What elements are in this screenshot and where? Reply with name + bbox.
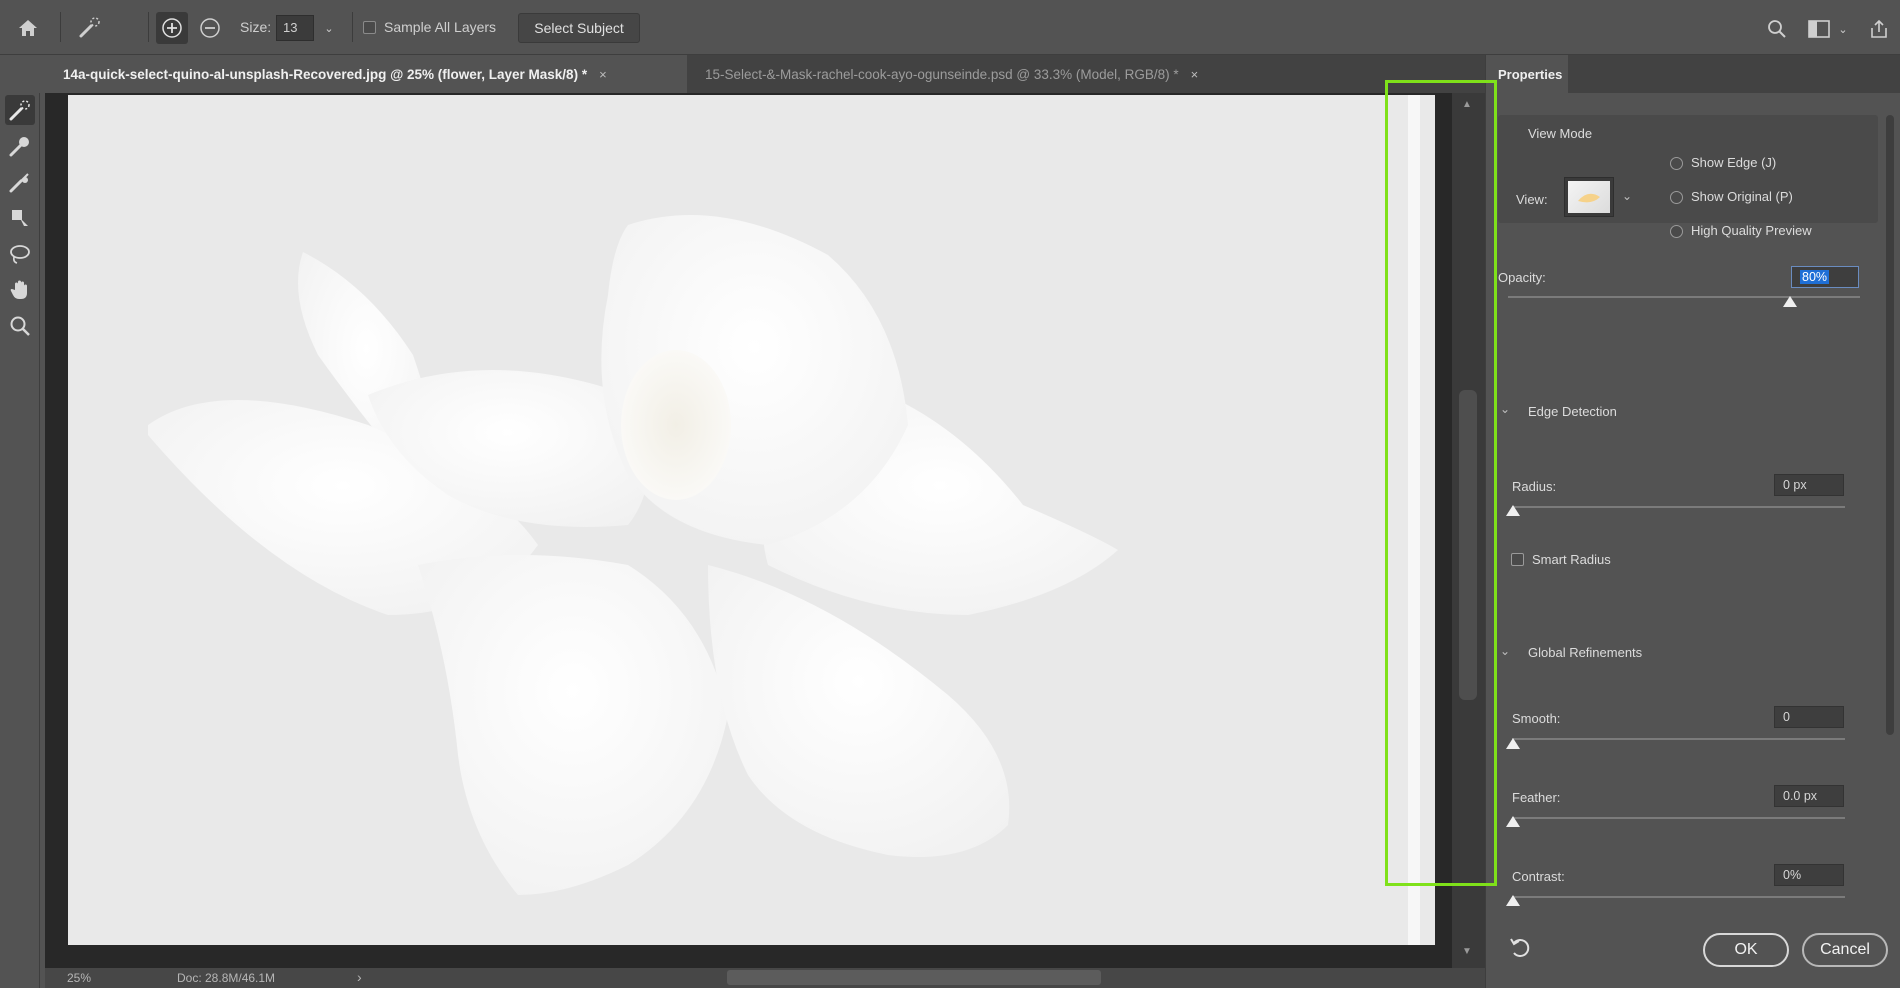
show-edge-checkbox[interactable] — [1670, 157, 1683, 170]
smart-radius-label: Smart Radius — [1532, 552, 1611, 567]
smooth-slider[interactable] — [1512, 738, 1845, 740]
feather-slider[interactable] — [1512, 817, 1845, 819]
share-icon[interactable] — [1864, 14, 1894, 44]
global-refinements-collapse-icon[interactable]: ⌄ — [1500, 644, 1510, 658]
opacity-slider-thumb[interactable] — [1782, 296, 1797, 307]
options-bar: Size: 13 ⌄ Sample All Layers Select Subj… — [0, 0, 1900, 55]
edge-detection-collapse-icon[interactable]: ⌄ — [1500, 402, 1510, 416]
contrast-slider[interactable] — [1512, 896, 1845, 898]
tab-document-1[interactable]: 14a-quick-select-quino-al-unsplash-Recov… — [45, 55, 687, 93]
zoom-level[interactable]: 25% — [67, 971, 91, 985]
radius-slider-thumb[interactable] — [1506, 505, 1520, 516]
tool-hand[interactable] — [5, 275, 35, 305]
document-tabs: 14a-quick-select-quino-al-unsplash-Recov… — [45, 55, 1485, 93]
tool-refine-edge-brush[interactable] — [5, 131, 35, 161]
size-label: Size: — [240, 19, 272, 35]
feather-field[interactable]: 0.0 px — [1774, 785, 1844, 807]
edge-detection-heading[interactable]: Edge Detection — [1528, 404, 1617, 419]
sample-all-layers-label: Sample All Layers — [384, 19, 497, 35]
tools-panel — [0, 93, 40, 988]
radius-label: Radius: — [1512, 479, 1557, 494]
highlight-box — [1385, 80, 1497, 886]
workspace-layout-icon[interactable] — [1804, 14, 1834, 44]
document-canvas[interactable] — [68, 95, 1435, 945]
view-mode-heading: View Mode — [1528, 126, 1593, 141]
properties-tab[interactable]: Properties — [1486, 55, 1568, 93]
opacity-label: Opacity: — [1498, 270, 1546, 285]
tab-label: 15-Select-&-Mask-rachel-cook-ayo-ogunsei… — [705, 66, 1179, 82]
home-icon[interactable] — [12, 12, 44, 44]
smart-radius-checkbox[interactable] — [1511, 553, 1524, 566]
brush-icon — [9, 173, 29, 193]
select-subject-button[interactable]: Select Subject — [518, 13, 640, 43]
contrast-field[interactable]: 0% — [1774, 864, 1844, 886]
opacity-value: 80% — [1800, 270, 1830, 284]
opacity-slider[interactable] — [1508, 296, 1860, 298]
magnolia-flower-image — [148, 215, 1118, 895]
properties-scrollbar[interactable] — [1886, 115, 1894, 735]
reset-icon[interactable] — [1508, 935, 1538, 965]
properties-panel: Properties View Mode View: ⌄ Show Edge (… — [1485, 55, 1900, 988]
smooth-label: Smooth: — [1512, 711, 1561, 726]
close-icon[interactable]: × — [1191, 67, 1199, 82]
show-original-label: Show Original (P) — [1691, 189, 1793, 204]
quick-selection-tool-preset-icon[interactable] — [72, 12, 108, 44]
hand-icon — [10, 280, 27, 299]
horizontal-scroll-thumb[interactable] — [727, 970, 1101, 985]
view-dropdown-chevron-icon[interactable]: ⌄ — [1622, 189, 1632, 203]
show-edge-label: Show Edge (J) — [1691, 155, 1777, 170]
radius-field[interactable]: 0 px — [1774, 474, 1844, 496]
ok-button[interactable]: OK — [1703, 933, 1789, 967]
high-quality-preview-checkbox[interactable] — [1670, 225, 1683, 238]
size-field[interactable]: 13 — [276, 15, 314, 41]
add-to-selection-button[interactable] — [156, 12, 188, 44]
quick-selection-brush-icon — [9, 100, 30, 121]
tab-document-2[interactable]: 15-Select-&-Mask-rachel-cook-ayo-ogunsei… — [687, 55, 1337, 93]
contrast-slider-thumb[interactable] — [1506, 895, 1520, 906]
tab-label: 14a-quick-select-quino-al-unsplash-Recov… — [63, 66, 588, 82]
search-icon[interactable] — [1762, 14, 1792, 44]
view-label: View: — [1516, 192, 1548, 207]
zoom-icon — [10, 316, 30, 336]
global-refinements-heading[interactable]: Global Refinements — [1528, 645, 1642, 660]
contrast-label: Contrast: — [1512, 869, 1565, 884]
radius-slider[interactable] — [1512, 506, 1845, 508]
subtract-selection-icon — [200, 18, 220, 38]
opacity-field[interactable]: 80% — [1791, 266, 1859, 288]
cancel-button[interactable]: Cancel — [1802, 933, 1888, 967]
view-thumbnail-dropdown[interactable] — [1564, 177, 1614, 217]
add-selection-icon — [162, 18, 182, 38]
workspace-chevron-icon[interactable]: ⌄ — [1834, 14, 1852, 44]
close-icon[interactable]: × — [599, 67, 607, 82]
size-dropdown-chevron-icon[interactable]: ⌄ — [318, 15, 340, 41]
feather-label: Feather: — [1512, 790, 1561, 805]
high-quality-preview-label: High Quality Preview — [1691, 223, 1812, 238]
view-mode-thumbnail — [1568, 181, 1610, 213]
feather-slider-thumb[interactable] — [1506, 816, 1520, 827]
lasso-icon — [10, 245, 30, 264]
document-size: Doc: 28.8M/46.1M — [177, 971, 276, 985]
smooth-slider-thumb[interactable] — [1506, 738, 1520, 749]
tool-zoom[interactable] — [5, 311, 35, 341]
smooth-field[interactable]: 0 — [1774, 706, 1844, 728]
sample-all-layers-checkbox[interactable] — [363, 21, 376, 34]
subtract-from-selection-button[interactable] — [194, 12, 226, 44]
tool-lasso[interactable] — [5, 239, 35, 269]
tool-brush[interactable] — [5, 167, 35, 197]
status-menu-arrow-icon[interactable]: › — [357, 969, 362, 985]
object-selection-icon — [12, 210, 28, 226]
scroll-down-icon[interactable]: ▼ — [1462, 946, 1472, 957]
tool-quick-selection[interactable] — [5, 95, 35, 125]
tool-object-selection[interactable] — [5, 203, 35, 233]
refine-edge-brush-icon — [9, 137, 29, 157]
show-original-checkbox[interactable] — [1670, 191, 1683, 204]
